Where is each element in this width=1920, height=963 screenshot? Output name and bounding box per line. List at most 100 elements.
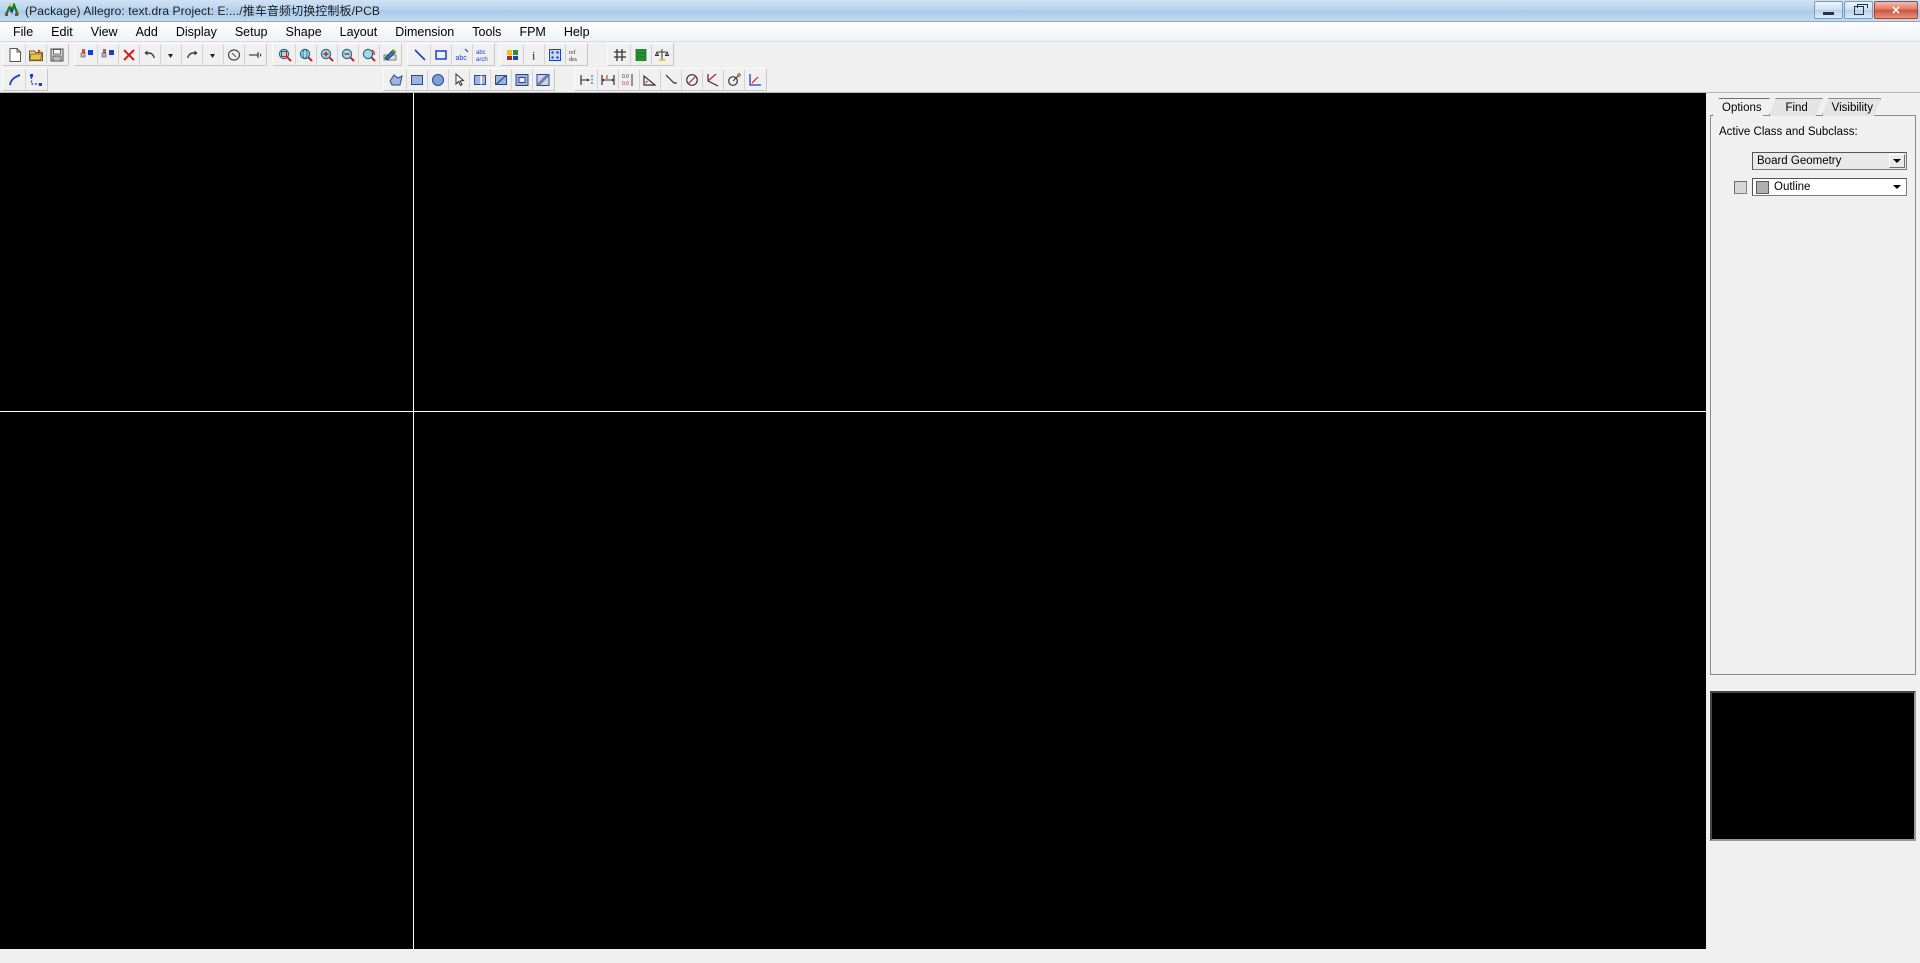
shape-void-icon[interactable] <box>511 69 532 90</box>
close-button[interactable]: ✕ <box>1874 1 1918 19</box>
paste-icon[interactable] <box>97 44 118 65</box>
info-icon[interactable]: i <box>523 44 544 65</box>
linear-dimension-icon[interactable] <box>576 69 597 90</box>
save-icon[interactable] <box>46 44 67 65</box>
rectangle-icon[interactable] <box>430 44 451 65</box>
diameter-dimension-icon[interactable] <box>681 69 702 90</box>
highlight-icon[interactable] <box>544 44 565 65</box>
chamfer-dimension-icon[interactable] <box>702 69 723 90</box>
svg-text:i: i <box>532 48 536 62</box>
undo-icon[interactable] <box>139 44 160 65</box>
svg-text:des: des <box>569 57 578 63</box>
text-abc-icon[interactable]: abc <box>451 44 472 65</box>
zoom-in-icon[interactable] <box>316 44 337 65</box>
menu-item-file[interactable]: File <box>4 23 42 41</box>
tab-options[interactable]: Options <box>1712 98 1770 116</box>
vertex-icon[interactable] <box>25 69 46 90</box>
grid-toggle-icon[interactable] <box>609 44 630 65</box>
zoom-fit-icon[interactable] <box>274 44 295 65</box>
redo-icon[interactable] <box>181 44 202 65</box>
svg-text:abc: abc <box>476 50 486 56</box>
datum-dimension-icon[interactable] <box>597 69 618 90</box>
zoom-previous-icon[interactable] <box>358 44 379 65</box>
select-shape-icon[interactable] <box>448 69 469 90</box>
menu-item-shape[interactable]: Shape <box>277 23 331 41</box>
active-class-combobox[interactable]: Board Geometry <box>1752 152 1907 170</box>
tab-find[interactable]: Find <box>1769 98 1823 116</box>
balloon-dimension-icon[interactable]: 0.0 0.0 <box>618 69 639 90</box>
options-panel-body: Active Class and Subclass: Board Geometr… <box>1710 115 1916 675</box>
window-title: (Package) Allegro: text.dra Project: E:.… <box>25 4 381 18</box>
shape-toolbar-group <box>383 68 555 91</box>
color-palette-icon[interactable] <box>379 44 400 65</box>
chevron-down-icon[interactable] <box>1889 154 1905 168</box>
dimension-edit-icon[interactable] <box>744 69 765 90</box>
zoom-out-icon[interactable] <box>337 44 358 65</box>
shape-polygon-icon[interactable] <box>385 69 406 90</box>
menu-item-add[interactable]: Add <box>127 23 167 41</box>
menu-item-fpm[interactable]: FPM <box>510 23 554 41</box>
world-view-panel[interactable] <box>1710 691 1916 841</box>
line-icon[interactable] <box>409 44 430 65</box>
leader-line-icon[interactable] <box>660 69 681 90</box>
shape-rect-icon[interactable] <box>406 69 427 90</box>
active-subclass-combobox[interactable]: Outline <box>1752 178 1907 196</box>
zoom-world-icon[interactable] <box>295 44 316 65</box>
undo-dropdown-icon[interactable] <box>160 44 181 65</box>
align-icon[interactable] <box>244 44 265 65</box>
active-class-value: Board Geometry <box>1757 155 1842 167</box>
allegro-icon <box>4 1 20 19</box>
menu-item-setup[interactable]: Setup <box>226 23 277 41</box>
slide-icon[interactable] <box>4 69 25 90</box>
shape-edit-toolbar-group <box>2 68 48 91</box>
active-subclass-value: Outline <box>1774 181 1811 193</box>
main-area: Options Find Visibility Active Class and… <box>0 93 1920 949</box>
property-icon[interactable] <box>223 44 244 65</box>
display-toolbar-group: i ref des <box>500 43 588 66</box>
toolbar-area: abc abc arch i ref des 0.0 0.0 <box>0 42 1920 93</box>
svg-text:arch: arch <box>476 57 488 63</box>
new-file-icon[interactable] <box>4 44 25 65</box>
angular-dimension-icon[interactable] <box>639 69 660 90</box>
color-layers-icon[interactable] <box>502 44 523 65</box>
shape-merge-icon[interactable] <box>490 69 511 90</box>
svg-text:0.0: 0.0 <box>622 74 629 80</box>
menu-item-dimension[interactable]: Dimension <box>386 23 463 41</box>
shape-edit-boundary-icon[interactable] <box>469 69 490 90</box>
redo-dropdown-icon[interactable] <box>202 44 223 65</box>
window-controls: ✕ <box>1814 1 1918 19</box>
toolbar-row-2: 0.0 0.0 <box>0 67 1920 92</box>
zoom-toolbar-group <box>272 43 402 66</box>
subclass-visibility-checkbox[interactable] <box>1734 180 1747 194</box>
open-folder-icon[interactable] <box>25 44 46 65</box>
constraint-manager-icon[interactable] <box>651 44 672 65</box>
minimize-button[interactable] <box>1814 1 1843 19</box>
delete-x-icon[interactable] <box>118 44 139 65</box>
restore-button[interactable] <box>1844 1 1873 19</box>
chevron-down-icon-2[interactable] <box>1889 180 1905 194</box>
canvas-vertical-guide <box>413 93 414 949</box>
subclass-color-swatch[interactable] <box>1756 180 1769 194</box>
shape-circle-icon[interactable] <box>427 69 448 90</box>
active-class-label: Active Class and Subclass: <box>1719 126 1858 138</box>
grid-toolbar-group <box>607 43 674 66</box>
radial-dimension-icon[interactable] <box>723 69 744 90</box>
text-arch-icon[interactable]: abc arch <box>472 44 493 65</box>
refdes-icon[interactable]: ref des <box>565 44 586 65</box>
menu-item-help[interactable]: Help <box>555 23 599 41</box>
canvas-horizontal-guide <box>0 411 1706 412</box>
svg-text:ref: ref <box>569 49 576 56</box>
right-control-panel: Options Find Visibility Active Class and… <box>1708 93 1920 949</box>
tab-visibility[interactable]: Visibility <box>1822 98 1881 116</box>
menu-item-edit[interactable]: Edit <box>42 23 82 41</box>
toolbar-row-1: abc abc arch i ref des <box>0 42 1920 67</box>
design-canvas[interactable] <box>0 93 1708 949</box>
menu-item-layout[interactable]: Layout <box>331 23 387 41</box>
layer-stack-icon[interactable] <box>630 44 651 65</box>
shape-delete-void-icon[interactable] <box>532 69 553 90</box>
menu-bar: File Edit View Add Display Setup Shape L… <box>0 22 1920 42</box>
menu-item-display[interactable]: Display <box>167 23 226 41</box>
menu-item-tools[interactable]: Tools <box>463 23 510 41</box>
cut-copy-icon[interactable] <box>76 44 97 65</box>
menu-item-view[interactable]: View <box>82 23 127 41</box>
